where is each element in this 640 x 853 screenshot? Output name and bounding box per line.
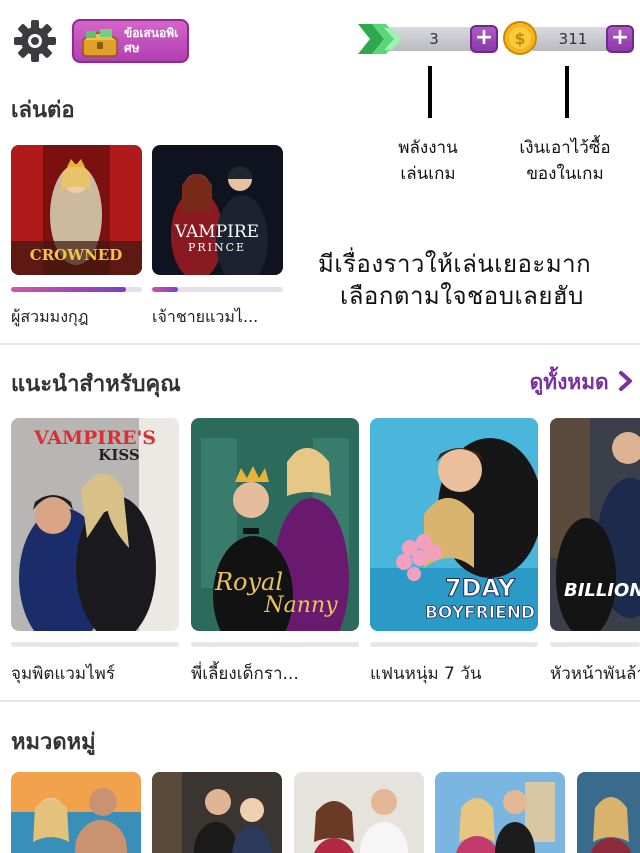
- category-card[interactable]: [152, 772, 282, 853]
- add-energy-button[interactable]: +: [470, 25, 498, 53]
- vampire-prince-cover-subtitle: PRINCE: [188, 241, 246, 254]
- category-card[interactable]: [294, 772, 424, 853]
- vampire-prince-cover-title: VAMPIRE: [174, 222, 259, 242]
- see-all-link[interactable]: ดูทั้งหมด: [530, 366, 634, 399]
- story-card-crowned[interactable]: CROWNED: [11, 145, 142, 275]
- story-card-royal-nanny[interactable]: Royal Nanny: [191, 418, 359, 631]
- category-royal-image: [435, 772, 565, 853]
- 7day-cover-title: 7DAY: [445, 574, 516, 602]
- category-romance-image: [11, 772, 141, 853]
- section-divider: [0, 343, 640, 345]
- progress-track: [152, 287, 283, 292]
- card-progress-track: [370, 642, 538, 647]
- stories-annotation-line2: เลือกตามใจชอบเลยฮับ: [340, 282, 584, 310]
- energy-annotation: พลังงาน เล่นเกม: [380, 135, 476, 187]
- offer-label: ข้อเสนอพิเศษ: [124, 26, 179, 55]
- category-card[interactable]: [577, 772, 640, 853]
- vampire-prince-cover: VAMPIRE PRINCE: [152, 145, 283, 275]
- category-drama-image: [152, 772, 282, 853]
- category-fantasy-image: [577, 772, 640, 853]
- royal-nanny-cover-subtitle: Nanny: [263, 593, 338, 618]
- story-card-7day-boyfriend[interactable]: 7DAY BOYFRIEND: [370, 418, 538, 631]
- energy-annotation-line: [428, 66, 432, 118]
- category-medical-image: [294, 772, 424, 853]
- category-section-title: หมวดหมู่: [11, 730, 96, 755]
- royal-nanny-cover-title: Royal: [214, 568, 283, 596]
- royal-nanny-cover: Royal Nanny: [191, 418, 359, 631]
- 7day-cover-subtitle: BOYFRIEND: [425, 603, 535, 623]
- card-progress-track: [11, 642, 179, 647]
- recommend-caption: จุมพิตแวมไพร์: [11, 664, 116, 684]
- treasure-chest-icon: [82, 29, 118, 57]
- coins-annotation: เงินเอาไว้ซื้อ ของในเกม: [500, 135, 630, 187]
- billionaire-cover-title: BILLION: [564, 580, 640, 601]
- crowned-cover: CROWNED: [11, 145, 142, 275]
- card-progress-track: [191, 642, 359, 647]
- section-divider: [0, 700, 640, 702]
- billionaire-cover: BILLION: [550, 418, 640, 631]
- coins-annotation-line1: เงินเอาไว้ซื้อ: [519, 138, 611, 158]
- progress-fill: [11, 287, 127, 292]
- story-card-billionaire[interactable]: BILLION: [550, 418, 640, 631]
- recommend-section-title: แนะนำสำหรับคุณ: [11, 372, 181, 397]
- card-progress-track: [550, 642, 640, 647]
- special-offer-button[interactable]: ข้อเสนอพิเศษ: [72, 19, 189, 63]
- category-card[interactable]: [435, 772, 565, 853]
- vampires-kiss-cover-subtitle: KISS: [98, 446, 139, 464]
- story-card-vampire-prince[interactable]: VAMPIRE PRINCE: [152, 145, 283, 275]
- see-all-label: ดูทั้งหมด: [529, 370, 609, 394]
- gear-icon[interactable]: [12, 18, 58, 64]
- coins-annotation-line2: ของในเกม: [526, 164, 604, 184]
- svg-text:$: $: [514, 29, 525, 48]
- add-coins-button[interactable]: +: [606, 25, 634, 53]
- story-card-vampires-kiss[interactable]: VAMPIRE'S KISS: [11, 418, 179, 631]
- crowned-cover-title: CROWNED: [30, 246, 122, 264]
- stories-annotation-line1: มีเรื่องราวให้เล่นเยอะมาก: [318, 250, 592, 278]
- continue-caption: ผู้สวมมงกุฎ: [11, 307, 89, 326]
- coins-annotation-line: [565, 66, 569, 118]
- continue-section-title: เล่นต่อ: [11, 98, 75, 123]
- chevron-right-icon: [619, 371, 632, 391]
- vampires-kiss-cover: VAMPIRE'S KISS: [11, 418, 179, 631]
- energy-annotation-line2: เล่นเกม: [400, 164, 456, 184]
- recommend-caption: พี่เลี้ยงเด็กรา...: [191, 664, 299, 684]
- progress-fill: [152, 287, 179, 292]
- coin-value: 311: [558, 30, 588, 48]
- energy-annotation-line1: พลังงาน: [398, 138, 458, 158]
- 7day-boyfriend-cover: 7DAY BOYFRIEND: [370, 418, 538, 631]
- recommend-caption: หัวหน้าพันล้า: [550, 664, 640, 684]
- recommend-caption: แฟนหนุ่ม 7 วัน: [370, 664, 482, 684]
- continue-caption: เจ้าชายแวมไ...: [152, 307, 259, 326]
- progress-track: [11, 287, 142, 292]
- category-card[interactable]: [11, 772, 141, 853]
- stories-annotation: มีเรื่องราวให้เล่นเยอะมาก เลือกตามใจชอบเ…: [318, 248, 636, 312]
